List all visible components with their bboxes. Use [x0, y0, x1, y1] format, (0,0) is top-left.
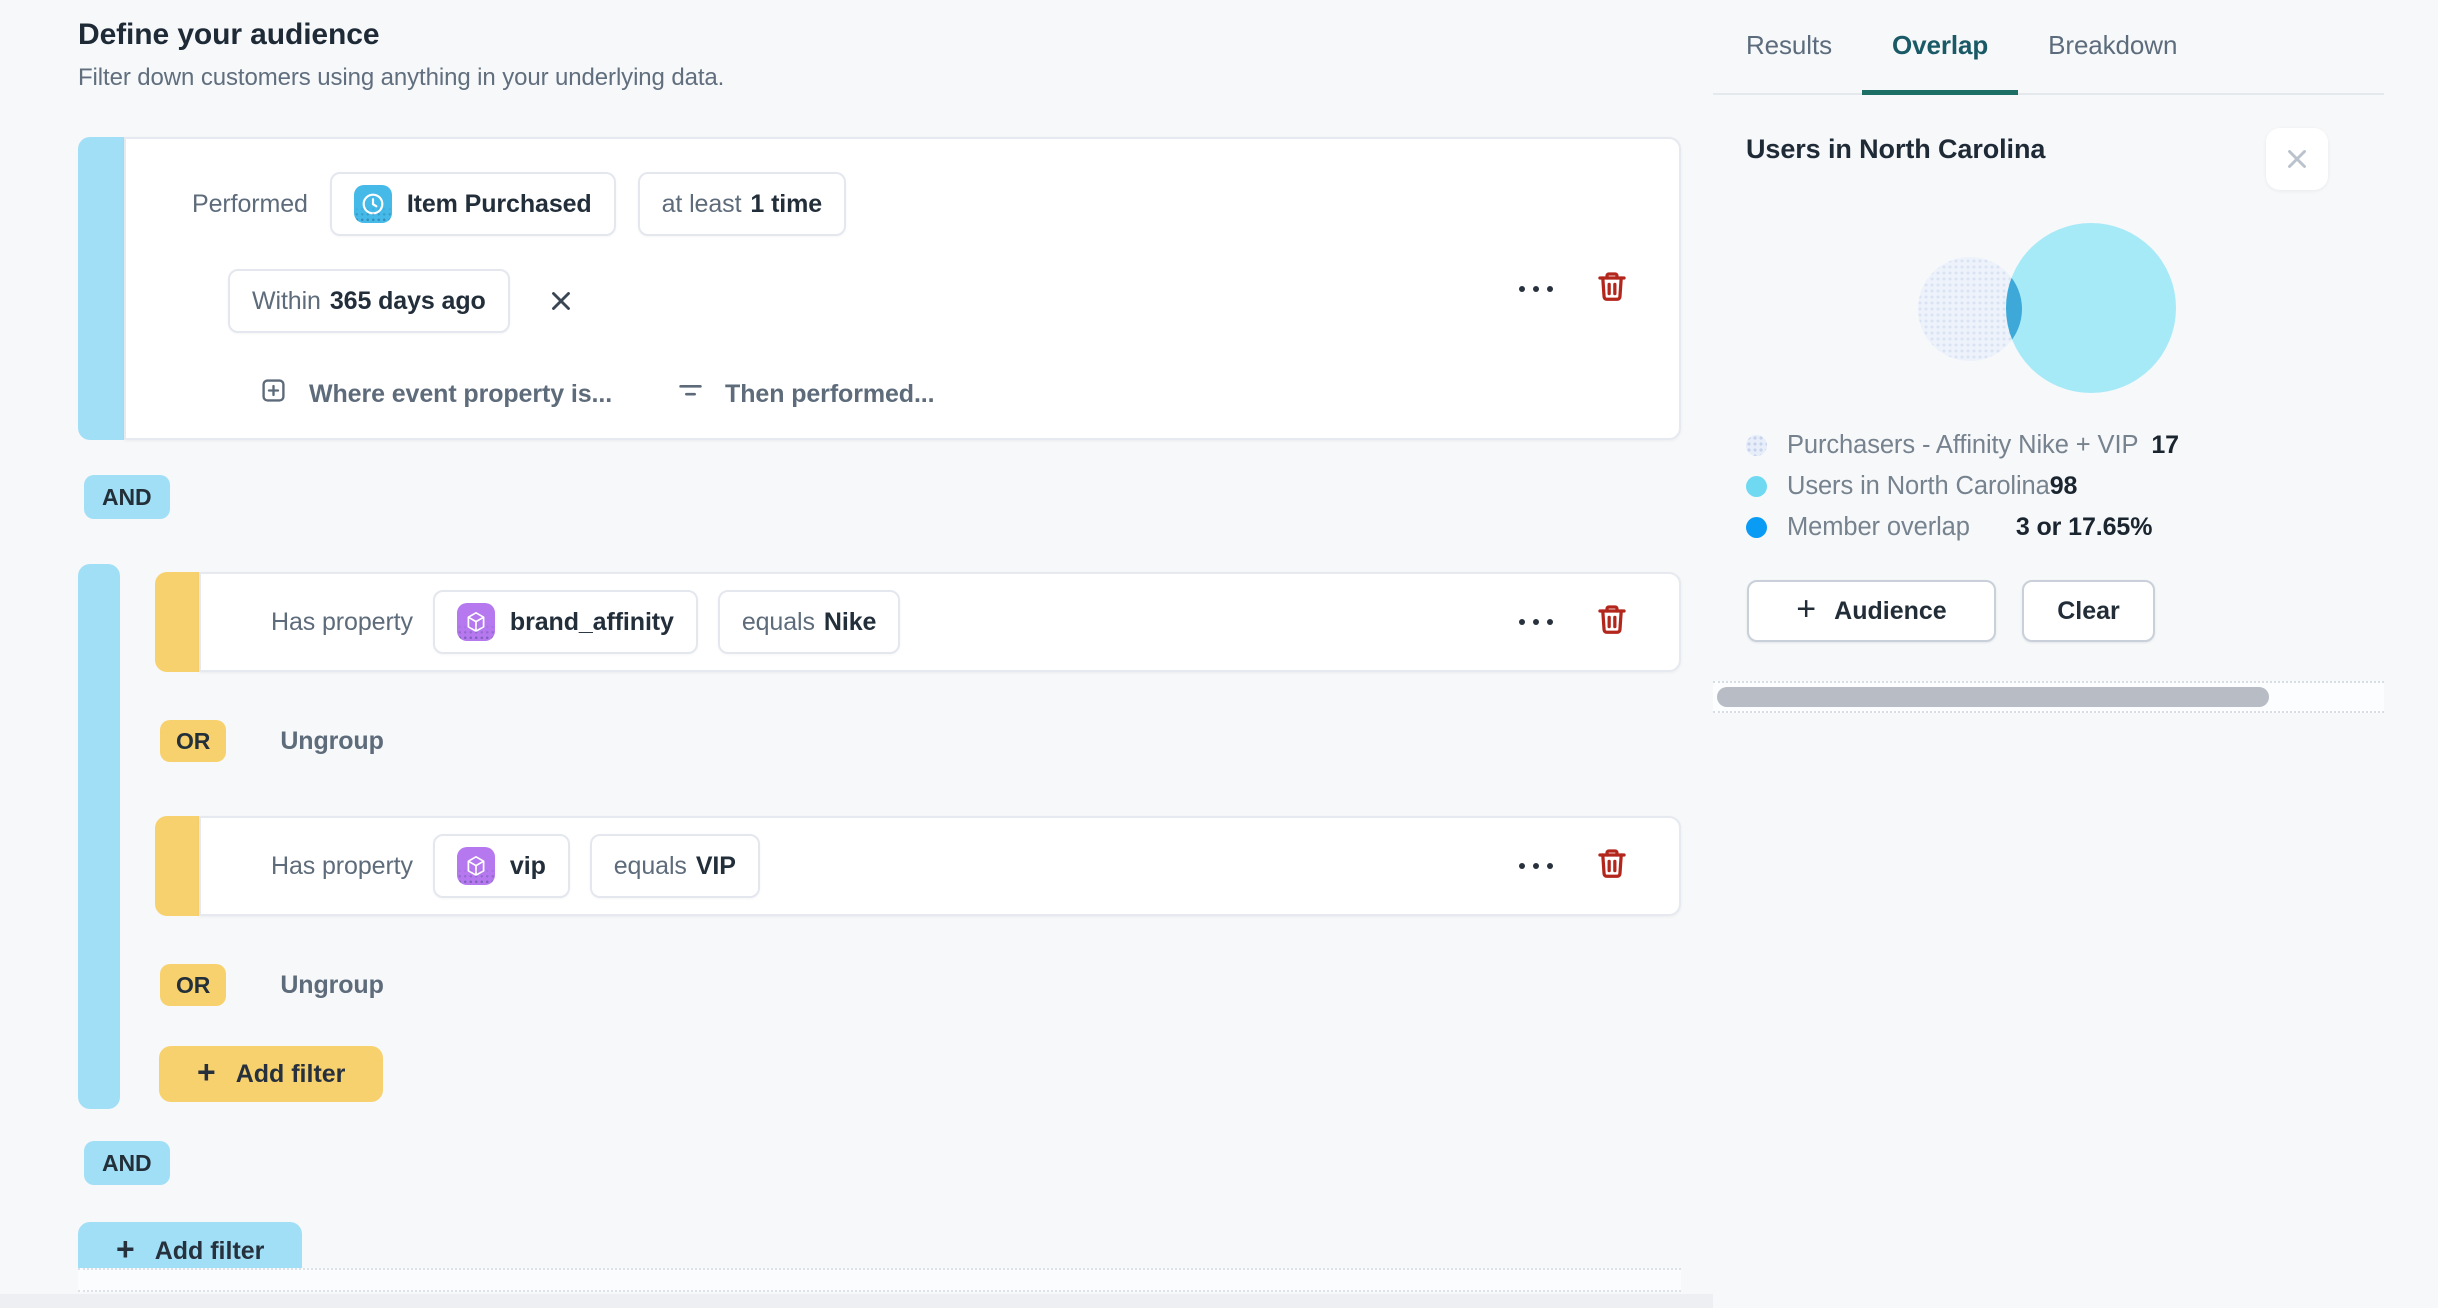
plus-icon: +	[1796, 589, 1817, 628]
time-window-chip[interactable]: Within 365 days ago	[228, 269, 510, 333]
legend-dot-overlap	[1746, 516, 1767, 538]
property-name: brand_affinity	[509, 607, 674, 636]
close-icon	[2288, 150, 2306, 168]
add-audience-button[interactable]: + Audience	[1747, 580, 1996, 642]
or-operator-badge[interactable]: OR	[160, 964, 227, 1006]
cube-icon	[456, 847, 495, 885]
event-filter-more-options-button[interactable]	[1509, 276, 1563, 302]
property-filter-more-options-button[interactable]	[1509, 609, 1563, 635]
venn-overlap-region	[2006, 257, 2022, 361]
then-performed-action[interactable]: Then performed...	[678, 378, 935, 410]
venn-right-circle	[2006, 223, 2176, 393]
ungroup-action[interactable]: Ungroup	[280, 971, 384, 1000]
legend-row: Purchasers - Affinity Nike + VIP 17	[1746, 430, 2179, 460]
event-filter-accent-bar	[78, 137, 124, 440]
property-filter-delete-button[interactable]	[1589, 841, 1635, 892]
property-name: vip	[509, 851, 546, 880]
plus-icon: +	[116, 1231, 135, 1267]
event-filter-card: Performed Item Purchased at least 1 time…	[78, 137, 1681, 440]
and-operator-badge[interactable]: AND	[84, 475, 170, 519]
has-property-label: Has property	[271, 607, 413, 636]
bottom-edge-strip	[0, 1294, 1713, 1308]
window-prefix: Within	[252, 286, 321, 315]
ungroup-action[interactable]: Ungroup	[280, 727, 384, 756]
clock-icon	[353, 185, 392, 223]
page-title: Define your audience	[78, 18, 380, 51]
group-accent-bar	[78, 564, 120, 1109]
property-chip[interactable]: brand_affinity	[432, 590, 698, 654]
venn-left-circle	[1918, 257, 2022, 361]
and-operator-badge[interactable]: AND	[84, 1141, 170, 1185]
overlap-legend: Purchasers - Affinity Nike + VIP 17 User…	[1746, 430, 2179, 542]
add-filter-to-group-button[interactable]: + Add filter	[159, 1046, 384, 1102]
frequency-prefix: at least	[661, 189, 742, 218]
property-filter-more-options-button[interactable]	[1509, 853, 1563, 879]
clear-button[interactable]: Clear	[2022, 580, 2155, 642]
operator-value: Nike	[823, 607, 877, 636]
operator-value: VIP	[695, 851, 736, 880]
then-performed-label: Then performed...	[725, 379, 935, 408]
tab-overlap[interactable]: Overlap	[1862, 0, 2019, 95]
page-subtitle: Filter down customers using anything in …	[78, 64, 725, 91]
event-chip[interactable]: Item Purchased	[329, 172, 616, 236]
cube-icon	[456, 603, 495, 641]
close-overlap-panel-button[interactable]	[2266, 128, 2328, 190]
window-value: 365 days ago	[329, 286, 486, 315]
where-event-property-label: Where event property is...	[309, 379, 613, 408]
operator-value-chip[interactable]: equals VIP	[589, 834, 760, 898]
property-filter-card: Has property brand_affinity equals Nike	[155, 572, 1681, 672]
plus-icon: +	[197, 1054, 216, 1090]
property-filter-accent-bar	[155, 572, 199, 672]
legend-row: Member overlap 3 or 17.65%	[1746, 512, 2179, 542]
frequency-value: 1 time	[750, 189, 823, 218]
property-filter-accent-bar	[155, 816, 199, 916]
legend-row: Users in North Carolina 98	[1746, 471, 2179, 501]
event-filter-delete-button[interactable]	[1589, 263, 1635, 314]
remove-time-window-button[interactable]	[546, 286, 576, 316]
property-filter-delete-button[interactable]	[1589, 597, 1635, 648]
sidebar-horizontal-scrollbar-track	[1713, 681, 2384, 713]
legend-dot-users	[1746, 475, 1767, 497]
performed-label: Performed	[192, 189, 308, 218]
plus-square-icon	[260, 377, 287, 411]
event-name: Item Purchased	[406, 189, 592, 218]
tab-breakdown[interactable]: Breakdown	[2018, 0, 2207, 95]
filter-icon	[678, 378, 703, 410]
operator-label: equals	[613, 851, 687, 880]
property-chip[interactable]: vip	[432, 834, 570, 898]
or-group: Has property brand_affinity equals Nike	[78, 564, 1681, 1109]
or-operator-badge[interactable]: OR	[160, 720, 227, 762]
operator-label: equals	[741, 607, 815, 636]
legend-dot-purchasers	[1746, 434, 1767, 456]
overlap-panel-title: Users in North Carolina	[1746, 134, 2046, 164]
sidebar-horizontal-scrollbar-thumb[interactable]	[1717, 687, 2269, 707]
where-event-property-action[interactable]: Where event property is...	[260, 377, 612, 411]
has-property-label: Has property	[271, 851, 413, 880]
preview-tabs: Results Overlap Breakdown	[1713, 0, 2384, 95]
preview-sidebar: Results Overlap Breakdown Users in North…	[1713, 0, 2438, 1308]
frequency-chip[interactable]: at least 1 time	[637, 172, 847, 236]
operator-value-chip[interactable]: equals Nike	[717, 590, 901, 654]
tab-results[interactable]: Results	[1713, 0, 1862, 95]
builder-horizontal-scrollbar-track[interactable]	[78, 1268, 1681, 1292]
property-filter-card: Has property vip equals VIP	[155, 816, 1681, 916]
